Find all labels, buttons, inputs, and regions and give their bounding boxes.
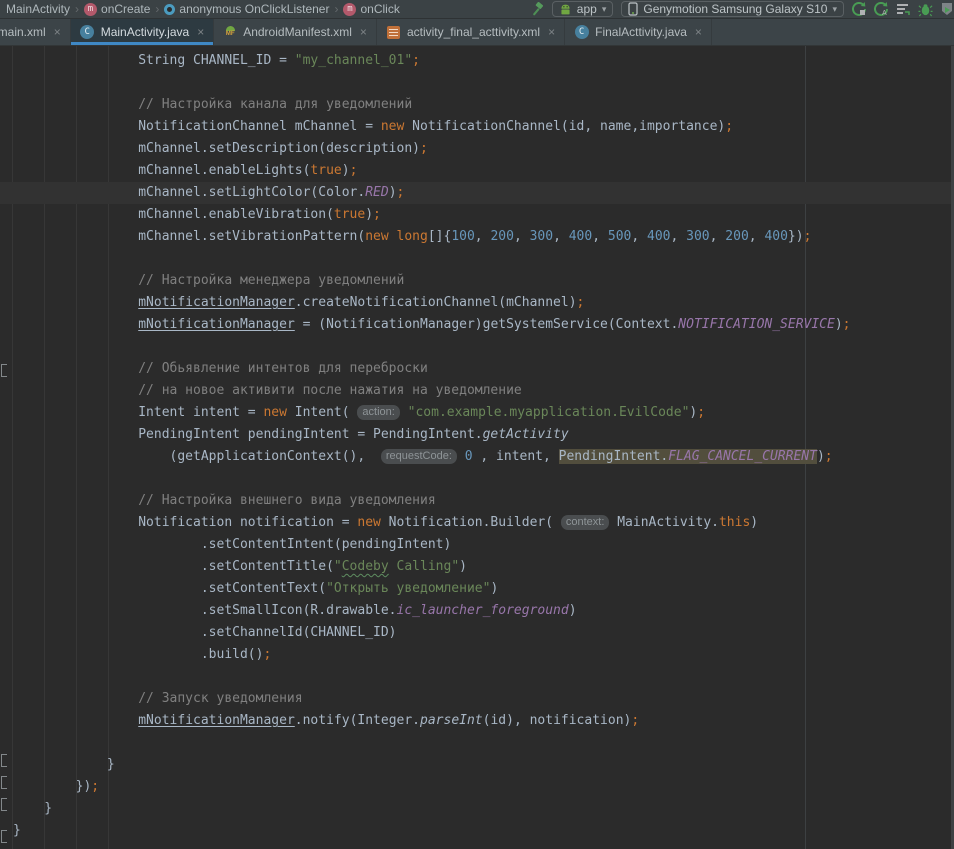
breadcrumb-label: MainActivity [6, 2, 70, 16]
breadcrumb-label: onClick [360, 2, 399, 16]
method-icon: m [84, 3, 97, 16]
code-line[interactable]: (getApplicationContext(), requestCode: 0… [0, 446, 954, 468]
close-icon[interactable]: × [695, 25, 702, 39]
tab-label: AndroidManifest.xml [243, 25, 352, 39]
breadcrumb-item-class[interactable]: MainActivity [4, 2, 72, 16]
code-line[interactable]: // Настройка канала для уведомлений [0, 94, 954, 116]
android-icon [559, 3, 572, 16]
manifest-file-icon: MF [223, 25, 237, 39]
code-line[interactable] [0, 468, 954, 490]
editor: String CHANNEL_ID = "my_channel_01"; // … [0, 46, 954, 849]
code-line[interactable]: // Настройка менеджера уведомлений [0, 270, 954, 292]
code-line[interactable]: mNotificationManager = (NotificationMana… [0, 314, 954, 336]
code-line[interactable]: } [0, 820, 954, 842]
breadcrumb-item-oncreate[interactable]: m onCreate [82, 2, 152, 16]
phone-icon [628, 2, 638, 16]
code-line[interactable]: Intent intent = new Intent( action: "com… [0, 402, 954, 424]
code-line[interactable]: } [0, 754, 954, 776]
code-area: String CHANNEL_ID = "my_channel_01"; // … [0, 46, 954, 842]
tab-finalacttivity-java[interactable]: C FinalActtivity.java × [565, 19, 712, 45]
code-line[interactable]: }); [0, 776, 954, 798]
code-line[interactable]: NotificationChannel mChannel = new Notif… [0, 116, 954, 138]
tab-label: activity_final_acttivity.xml [407, 25, 540, 39]
svg-text:A: A [882, 10, 887, 17]
code-line[interactable]: .setContentText("Открыть уведомление") [0, 578, 954, 600]
code-line[interactable]: // Запуск уведомления [0, 688, 954, 710]
code-line[interactable]: // Настройка внешнего вида уведомления [0, 490, 954, 512]
code-line[interactable]: // Обьявление интентов для переброски [0, 358, 954, 380]
code-line[interactable]: mChannel.enableLights(true); [0, 160, 954, 182]
tab-activity-final-acttivity-xml[interactable]: activity_final_acttivity.xml × [377, 19, 565, 45]
breadcrumb: MainActivity › m onCreate › anonymous On… [4, 2, 402, 16]
close-icon[interactable]: × [360, 25, 367, 39]
build-hammer-icon[interactable] [526, 0, 548, 18]
debug-icon[interactable] [914, 0, 936, 18]
device-label: Genymotion Samsung Galaxy S10 [643, 2, 827, 16]
profiler-icon[interactable] [892, 0, 914, 18]
java-class-icon: C [574, 25, 589, 40]
method-icon: m [343, 3, 356, 16]
main-toolbar: MainActivity › m onCreate › anonymous On… [0, 0, 954, 19]
chevron-down-icon: ▾ [832, 4, 837, 15]
java-class-icon: C [80, 25, 95, 40]
breadcrumb-separator-icon: › [154, 2, 160, 16]
breadcrumb-item-anonymous-class[interactable]: anonymous OnClickListener [162, 2, 331, 16]
tab-androidmanifest-xml[interactable]: MF AndroidManifest.xml × [214, 19, 377, 45]
code-line[interactable]: mChannel.setLightColor(Color.RED); [0, 182, 954, 204]
fold-marker[interactable] [1, 830, 7, 843]
fold-marker[interactable] [1, 798, 7, 811]
code-line[interactable] [0, 732, 954, 754]
breadcrumb-separator-icon: › [333, 2, 339, 16]
close-icon[interactable]: × [548, 25, 555, 39]
breadcrumb-label: anonymous OnClickListener [179, 2, 329, 16]
tab-label: MainActivity.java [101, 25, 189, 39]
fold-marker[interactable] [1, 364, 7, 377]
xml-file-icon [386, 25, 401, 40]
tab-label: ity_main.xml [0, 25, 46, 39]
code-line[interactable]: .setChannelId(CHANNEL_ID) [0, 622, 954, 644]
tab-label: FinalActtivity.java [595, 25, 687, 39]
code-line[interactable]: // на новое активити после нажатия на ув… [0, 380, 954, 402]
code-line[interactable]: .setContentIntent(pendingIntent) [0, 534, 954, 556]
anonymous-class-icon [164, 4, 175, 15]
tab-activity-main-xml[interactable]: ity_main.xml × [0, 19, 71, 45]
code-line[interactable]: String CHANNEL_ID = "my_channel_01"; [0, 50, 954, 72]
code-line[interactable]: mChannel.setDescription(description); [0, 138, 954, 160]
code-line[interactable] [0, 336, 954, 358]
breadcrumb-separator-icon: › [74, 2, 80, 16]
run-config-label: app [577, 2, 597, 16]
code-line[interactable]: mChannel.enableVibration(true); [0, 204, 954, 226]
breadcrumb-item-onclick[interactable]: m onClick [341, 2, 401, 16]
run-configuration-selector[interactable]: app ▾ [552, 1, 614, 17]
code-line[interactable]: mChannel.setVibrationPattern(new long[]{… [0, 226, 954, 248]
chevron-down-icon: ▾ [602, 4, 607, 15]
apply-code-changes-icon[interactable]: A [870, 0, 892, 18]
breadcrumb-label: onCreate [101, 2, 150, 16]
device-selector[interactable]: Genymotion Samsung Galaxy S10 ▾ [621, 1, 844, 17]
code-line[interactable]: .setSmallIcon(R.drawable.ic_launcher_for… [0, 600, 954, 622]
code-line[interactable] [0, 72, 954, 94]
code-line[interactable]: } [0, 798, 954, 820]
close-icon[interactable]: × [197, 25, 204, 39]
attach-debugger-icon[interactable] [936, 0, 954, 18]
editor-tab-bar: ity_main.xml × C MainActivity.java × MF … [0, 19, 954, 46]
fold-marker[interactable] [1, 776, 7, 789]
fold-marker[interactable] [1, 754, 7, 767]
code-line[interactable]: mNotificationManager.notify(Integer.pars… [0, 710, 954, 732]
code-line[interactable]: .setContentTitle("Codeby Calling") [0, 556, 954, 578]
apply-changes-restart-icon[interactable] [848, 0, 870, 18]
tab-mainactivity-java[interactable]: C MainActivity.java × [71, 19, 215, 45]
code-line[interactable]: mNotificationManager.createNotificationC… [0, 292, 954, 314]
close-icon[interactable]: × [54, 25, 61, 39]
code-line[interactable] [0, 248, 954, 270]
code-line[interactable] [0, 666, 954, 688]
code-line[interactable]: .build(); [0, 644, 954, 666]
code-line[interactable]: PendingIntent pendingIntent = PendingInt… [0, 424, 954, 446]
code-line[interactable]: Notification notification = new Notifica… [0, 512, 954, 534]
